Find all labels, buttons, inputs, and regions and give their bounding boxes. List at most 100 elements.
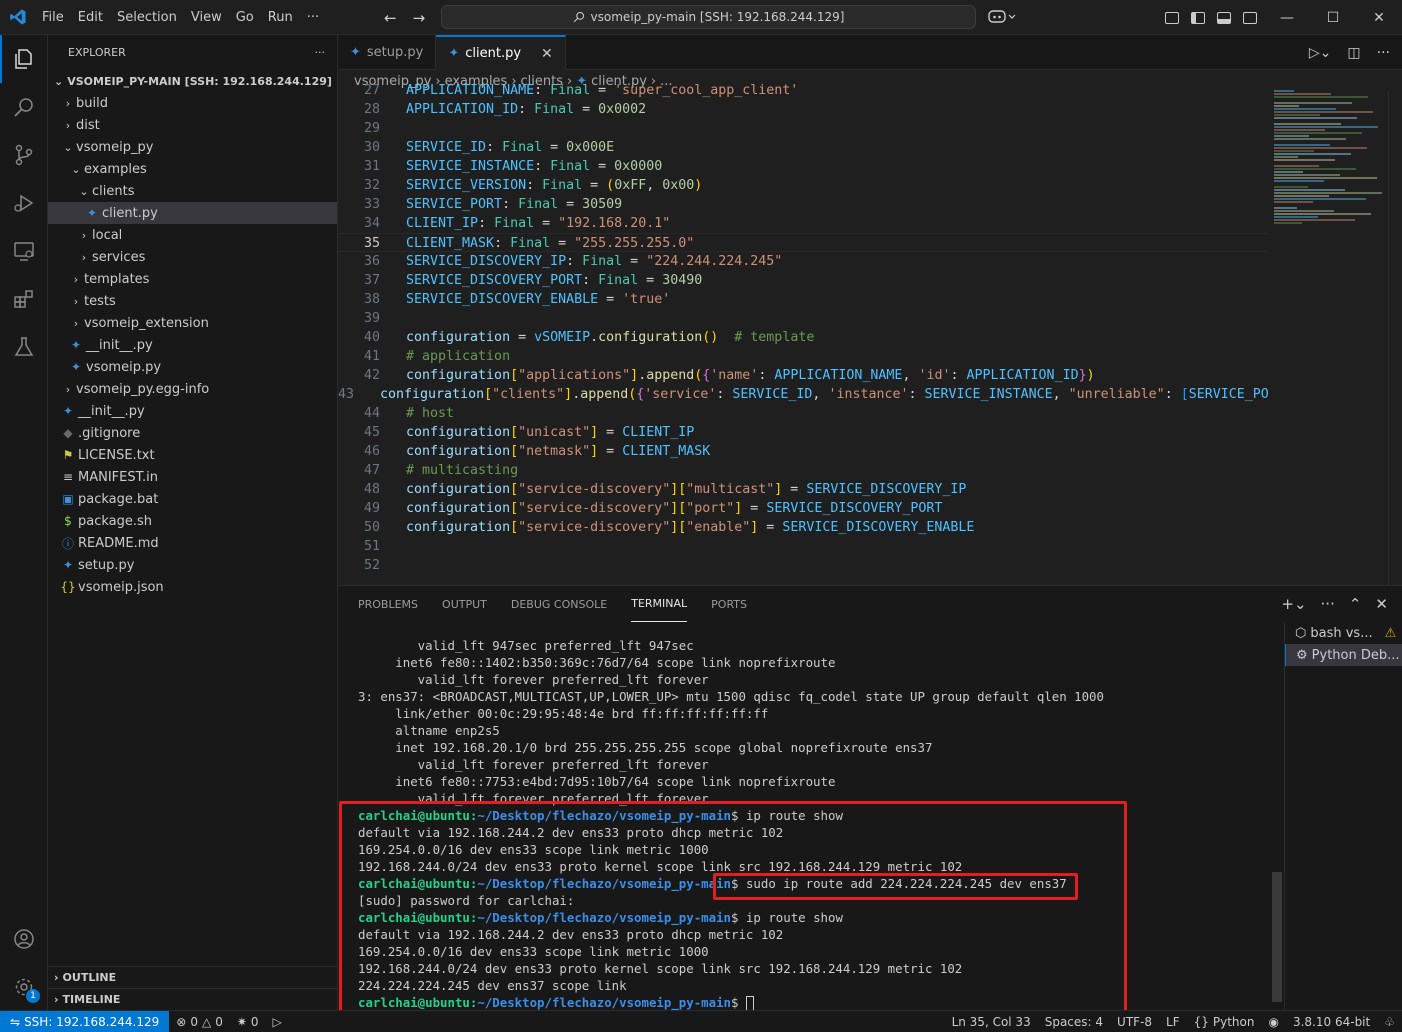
maximize-button[interactable]: ☐ (1310, 0, 1356, 35)
ports-indicator[interactable]: ✷ 0 (230, 1011, 266, 1032)
code-line[interactable]: 48 configuration["service-discovery"]["mu… (338, 480, 1268, 499)
menu-item[interactable]: View (184, 0, 229, 35)
code-line[interactable]: 41 # application (338, 347, 1268, 366)
new-terminal-icon[interactable]: +⌄ (1281, 595, 1306, 613)
command-center[interactable]: vsomeip_py-main [SSH: 192.168.244.129] (441, 5, 976, 29)
code-line[interactable]: 35 CLIENT_MASK: Final = "255.255.255.0" (338, 233, 1268, 252)
menu-item[interactable]: Selection (110, 0, 184, 35)
tree-file[interactable]: ✦ __init__.py (48, 400, 337, 422)
manage-gear-icon[interactable]: 1 (0, 963, 48, 1011)
testing-icon[interactable] (0, 323, 48, 371)
code-line[interactable]: 44 # host (338, 404, 1268, 423)
forward-arrow-icon[interactable]: → (413, 9, 426, 27)
tree-folder[interactable]: ⌄ vsomeip_py (48, 136, 337, 158)
code-line[interactable]: 37 SERVICE_DISCOVERY_PORT: Final = 30490 (338, 271, 1268, 290)
code-line[interactable]: 32 SERVICE_VERSION: Final = (0xFF, 0x00) (338, 176, 1268, 195)
tree-folder[interactable]: › vsomeip_extension (48, 312, 337, 334)
search-icon[interactable] (0, 83, 48, 131)
tree-file[interactable]: ◆ .gitignore (48, 422, 337, 444)
extensions-icon[interactable] (0, 275, 48, 323)
code-line[interactable]: 36 SERVICE_DISCOVERY_IP: Final = "224.244… (338, 252, 1268, 271)
menu-item[interactable]: Go (229, 0, 261, 35)
code-editor[interactable]: 27 APPLICATION_NAME: Final = 'super_cool_… (338, 81, 1268, 576)
tree-file[interactable]: ✦ client.py (48, 202, 337, 224)
remote-explorer-icon[interactable] (0, 227, 48, 275)
code-line[interactable]: 50 configuration["service-discovery"]["en… (338, 518, 1268, 537)
panel-tab[interactable]: PROBLEMS (358, 586, 418, 622)
terminal-scrollbar[interactable] (1272, 622, 1282, 1011)
workspace-root[interactable]: ⌄ VSOMEIP_PY-MAIN [SSH: 192.168.244.129] (48, 70, 337, 92)
tree-file[interactable]: {} vsomeip.json (48, 576, 337, 598)
code-line[interactable]: 46 configuration["netmask"] = CLIENT_MASK (338, 442, 1268, 461)
tree-file[interactable]: $ package.sh (48, 510, 337, 532)
remote-indicator[interactable]: ⇋ SSH: 192.168.244.129 (0, 1010, 170, 1032)
menu-item[interactable]: Edit (71, 0, 110, 35)
code-line[interactable]: 29 (338, 119, 1268, 138)
tree-file[interactable]: ⓘ README.md (48, 532, 337, 554)
code-line[interactable]: 42 configuration["applications"].append({… (338, 366, 1268, 385)
run-python-file-icon[interactable]: ▷⌄ (1309, 45, 1332, 61)
tab-setup-py[interactable]: ✦ setup.py (338, 35, 437, 70)
problems-indicator[interactable]: ⊗ 0 △ 0 (169, 1011, 230, 1032)
code-line[interactable]: 47 # multicasting (338, 461, 1268, 480)
cursor-position[interactable]: Ln 35, Col 33 (945, 1011, 1038, 1032)
debug-icon[interactable]: ▷ (266, 1011, 289, 1032)
code-line[interactable]: 28 APPLICATION_ID: Final = 0x0002 (338, 100, 1268, 119)
code-line[interactable]: 43 configuration["clients"].append({'serv… (338, 385, 1268, 404)
more-actions-icon[interactable]: ··· (1377, 45, 1390, 61)
indentation[interactable]: Spaces: 4 (1038, 1011, 1110, 1032)
menu-item[interactable]: ··· (300, 0, 326, 35)
source-control-icon[interactable] (0, 131, 48, 179)
tree-folder[interactable]: › build (48, 92, 337, 114)
tree-folder[interactable]: › tests (48, 290, 337, 312)
maximize-panel-icon[interactable]: ⌃ (1349, 595, 1362, 613)
terminal-instance[interactable]: ⬡ bash vs... ⚠ (1285, 622, 1402, 644)
tree-file[interactable]: ✦ vsomeip.py (48, 356, 337, 378)
code-line[interactable]: 33 SERVICE_PORT: Final = 30509 (338, 195, 1268, 214)
editor-scrollbar[interactable] (1388, 90, 1402, 585)
code-line[interactable]: 49 configuration["service-discovery"]["po… (338, 499, 1268, 518)
timeline-section[interactable]: › TIMELINE (48, 988, 338, 1010)
close-tab-icon[interactable]: ✕ (541, 46, 553, 62)
tree-folder[interactable]: › dist (48, 114, 337, 136)
tree-file[interactable]: ✦ __init__.py (48, 334, 337, 356)
tree-file[interactable]: ✦ setup.py (48, 554, 337, 576)
code-line[interactable]: 39 (338, 309, 1268, 328)
notifications-bell-icon[interactable]: ♧ (1377, 1011, 1402, 1032)
tree-file[interactable]: ▣ package.bat (48, 488, 337, 510)
code-line[interactable]: 31 SERVICE_INSTANCE: Final = 0x0000 (338, 157, 1268, 176)
code-line[interactable]: 38 SERVICE_DISCOVERY_ENABLE = 'true' (338, 290, 1268, 309)
tree-folder[interactable]: › services (48, 246, 337, 268)
menu-item[interactable]: Run (261, 0, 300, 35)
back-arrow-icon[interactable]: ← (384, 9, 397, 27)
tree-folder[interactable]: › vsomeip_py.egg-info (48, 378, 337, 400)
toggle-secondary-sidebar-icon[interactable] (1243, 11, 1257, 24)
customize-layout-icon[interactable] (1165, 11, 1179, 24)
close-window-button[interactable]: ✕ (1356, 0, 1402, 35)
panel-tab[interactable]: DEBUG CONSOLE (511, 586, 607, 622)
menu-item[interactable]: File (35, 0, 71, 35)
accounts-icon[interactable] (0, 915, 48, 963)
python-interpreter[interactable]: 3.8.10 64-bit (1286, 1011, 1377, 1032)
language-mode[interactable]: {} Python (1187, 1011, 1262, 1032)
code-line[interactable]: 40 configuration = vSOMEIP.configuration(… (338, 328, 1268, 347)
code-line[interactable]: 52 (338, 556, 1268, 575)
tree-folder[interactable]: ⌄ examples (48, 158, 337, 180)
split-editor-icon[interactable]: ◫ (1347, 45, 1360, 61)
close-panel-icon[interactable]: ✕ (1375, 595, 1388, 613)
toggle-primary-sidebar-icon[interactable] (1191, 11, 1205, 24)
outline-section[interactable]: › OUTLINE (48, 966, 338, 988)
tab-client-py[interactable]: ✦ client.py ✕ (436, 35, 566, 70)
tree-file[interactable]: ≡ MANIFEST.in (48, 466, 337, 488)
tree-folder[interactable]: › templates (48, 268, 337, 290)
code-line[interactable]: 51 (338, 537, 1268, 556)
toggle-panel-icon[interactable] (1217, 11, 1231, 24)
explorer-icon[interactable] (0, 35, 48, 83)
minimap[interactable] (1274, 90, 1394, 585)
more-actions-icon[interactable]: ··· (1321, 595, 1335, 613)
code-line[interactable]: 30 SERVICE_ID: Final = 0x000E (338, 138, 1268, 157)
tree-folder[interactable]: › local (48, 224, 337, 246)
code-line[interactable]: 45 configuration["unicast"] = CLIENT_IP (338, 423, 1268, 442)
code-line[interactable]: 34 CLIENT_IP: Final = "192.168.20.1" (338, 214, 1268, 233)
tree-file[interactable]: ⚑ LICENSE.txt (48, 444, 337, 466)
